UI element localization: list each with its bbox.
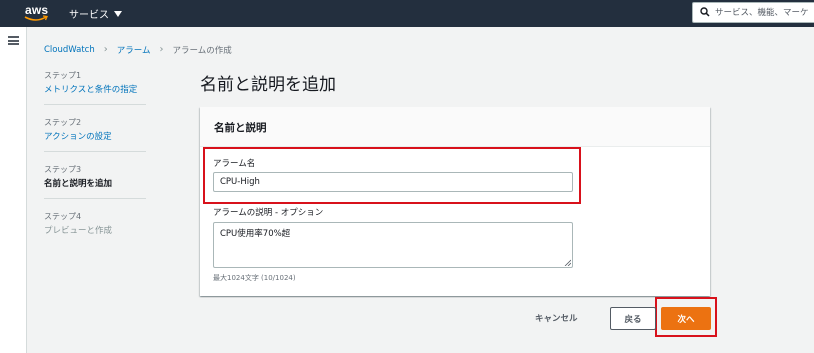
- step-link-actions[interactable]: アクションの設定: [44, 131, 146, 143]
- aws-logo[interactable]: aws: [24, 3, 50, 23]
- alarm-description-label: アラームの説明 - オプション: [213, 208, 324, 218]
- step-number: ステップ4: [44, 212, 82, 221]
- wizard-step-3: ステップ3 名前と説明を追加: [44, 164, 146, 199]
- search-icon: [700, 7, 710, 17]
- description-char-count: 最大1024文字 (10/1024): [213, 274, 296, 282]
- next-button[interactable]: 次へ: [661, 307, 711, 330]
- hamburger-menu-icon[interactable]: [8, 36, 19, 45]
- step-number: ステップ2: [44, 118, 82, 127]
- side-navigation-strip: [0, 27, 27, 353]
- panel-header: 名前と説明: [200, 107, 710, 147]
- alarm-description-textarea[interactable]: CPU使用率70%超: [213, 222, 573, 268]
- wizard-steps: ステップ1 メトリクスと条件の指定 ステップ2 アクションの設定 ステップ3 名…: [44, 70, 146, 257]
- caret-down-icon: [114, 11, 122, 17]
- page-title: 名前と説明を追加: [200, 75, 336, 95]
- step-number: ステップ3: [44, 165, 82, 174]
- top-navigation-bar: aws サービス: [0, 0, 814, 27]
- chevron-right-icon: ›: [103, 44, 108, 55]
- wizard-step-2: ステップ2 アクションの設定: [44, 117, 146, 152]
- breadcrumb: CloudWatch › アラーム › アラームの作成: [44, 44, 232, 57]
- breadcrumb-cloudwatch[interactable]: CloudWatch: [44, 45, 95, 55]
- step-current-name-description: 名前と説明を追加: [44, 179, 113, 189]
- aws-smile-icon: [24, 15, 48, 21]
- search-box[interactable]: [692, 2, 814, 23]
- services-label: サービス: [69, 10, 109, 21]
- breadcrumb-create-alarm: アラームの作成: [172, 46, 232, 56]
- breadcrumb-alarms[interactable]: アラーム: [117, 44, 151, 56]
- search-input[interactable]: [715, 5, 814, 20]
- wizard-step-1: ステップ1 メトリクスと条件の指定: [44, 70, 146, 105]
- panel-title: 名前と説明: [214, 122, 267, 134]
- step-preview-create: プレビューと作成: [44, 226, 113, 236]
- resize-grip-icon[interactable]: [564, 259, 571, 266]
- wizard-step-4: ステップ4 プレビューと作成: [44, 211, 146, 245]
- cancel-button[interactable]: キャンセル: [535, 312, 578, 324]
- chevron-right-icon: ›: [159, 44, 164, 55]
- services-menu-button[interactable]: サービス: [69, 6, 122, 21]
- highlight-alarm-name: [203, 147, 581, 204]
- step-number: ステップ1: [44, 71, 82, 80]
- back-button[interactable]: 戻る: [610, 307, 656, 330]
- step-link-metrics[interactable]: メトリクスと条件の指定: [44, 84, 146, 96]
